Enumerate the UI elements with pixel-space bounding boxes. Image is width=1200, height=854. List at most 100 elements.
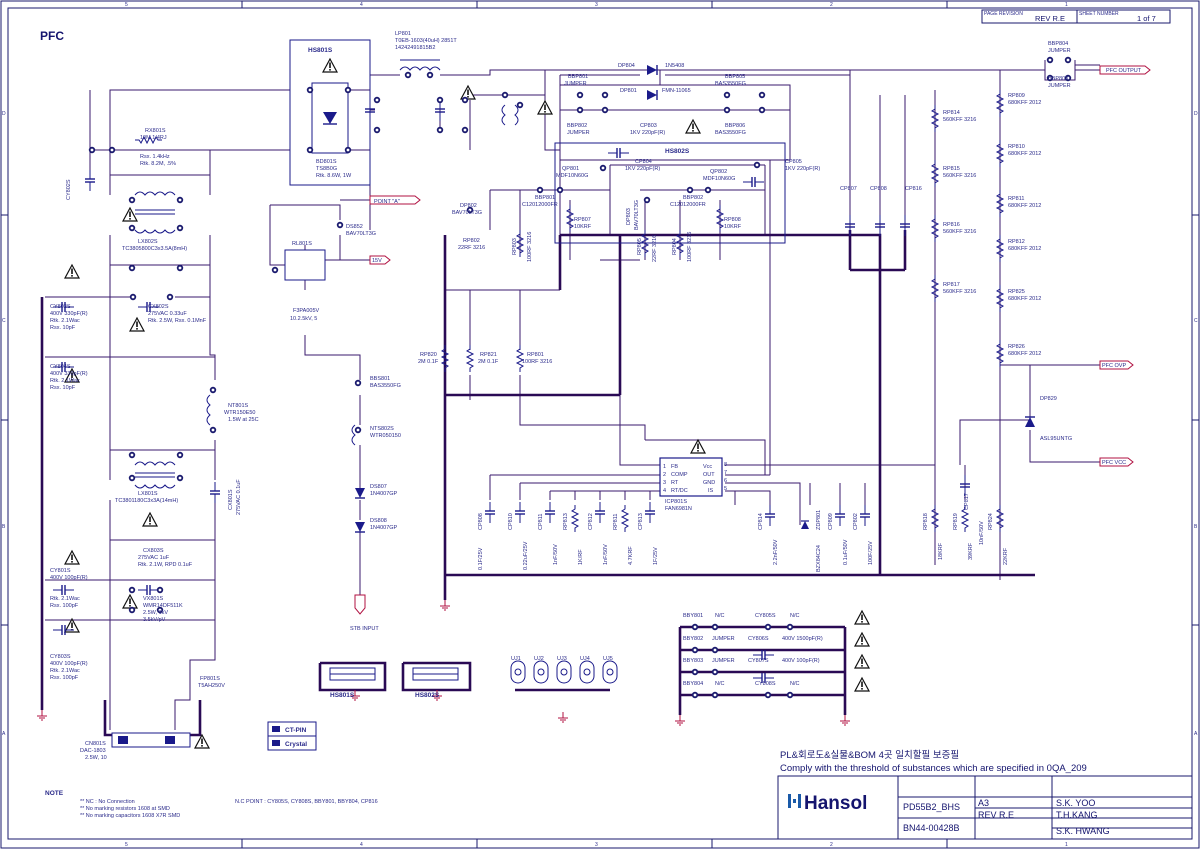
rp812-value: 680KFF 2012 [1008,246,1041,252]
rp821-label: RP821 [480,352,497,358]
rp807-value: 10KRF [574,224,592,230]
bby-ref: BBY802 [683,636,703,642]
cx802s-value: 275VAC 0.33uF [148,311,187,317]
rp820-value: 2M 0.1F [418,359,439,365]
rp812-label: RP812 [1008,239,1025,245]
ic-pin-rtdc: RT/DC [671,488,688,494]
bby-cyval: 400V 1500pF(R) [782,636,823,642]
row-marker: D [1194,111,1198,117]
ds807-label: DS807 [370,484,387,490]
cy804s-value: 400V 330pF(R) [50,371,88,377]
nts802s-value: WTR050150 [370,433,401,439]
page-revision-value: REV R.E [1035,14,1065,23]
ds807-value: 1N4007GP [370,491,398,497]
bottom-cap-value: 22KRF [1003,547,1009,565]
bottom-cap-label: CP817 [964,493,970,510]
rp804-value: 100RF 3216 [687,232,693,262]
dp804-label: DP804 [618,63,635,69]
crystal-label: Crystal [285,741,307,748]
uj-connectors [510,660,618,684]
rx801s-note1: Rsx. 1.4kHz [140,154,170,160]
bottom-cap-value: 4.7KRF [628,546,634,565]
rp816-label: RP816 [943,222,960,228]
bby-val: JUMPER [712,636,735,642]
bd801s-label: BD801S [316,159,337,165]
bottom-cap-label: CP810 [508,513,514,530]
rl801s-label: RL801S [292,241,312,247]
v15-tag: 15V [372,258,382,264]
row-marker: D [2,111,6,117]
cy802s-note1: Rtk. 2.1Wac [50,318,80,324]
cp808-label: CP808 [870,186,887,192]
cy804s-note1: Rtk. 2.1Wac [50,378,80,384]
bottom-cap-label: ZDP801 [816,510,822,530]
cp804-value: 1KV 220pF(R) [625,166,660,172]
cp804-label: CP804 [635,159,652,165]
rp809-label: RP809 [1008,93,1025,99]
col-marker: 4 [360,2,363,8]
bbp806-value: BAS3550FG [715,130,746,136]
bottom-cap-label: CP814 [758,513,764,530]
nt801s-note: 1.5W at 25C [228,417,259,423]
bottom-cap-label: RP824 [988,513,994,530]
cn801s-value: DAC-1803 [80,748,106,754]
col-marker: 5 [125,2,128,8]
cy804s-note2: Rsx. 10pF [50,385,76,391]
vx801s-value: WMR14DF511K [143,603,183,609]
row-marker: B [2,524,6,530]
bottom-cap-value: 10nF/50V [979,521,985,545]
bottom-cap-label: CP811 [538,514,544,530]
nt801s-label: NT801S [228,403,249,409]
pin-legend: CT-PIN Crystal [267,721,317,751]
rp817-label: RP817 [943,282,960,288]
rp805-value: 22RF 3216 [652,235,658,262]
rp814-value: 560KFF 3216 [943,117,976,123]
revision: REV R.E [978,810,1014,820]
bottom-cap-value: 100F/25V [868,541,874,565]
nt801s-value: WTR150E50 [224,410,256,416]
col-marker: 5 [125,842,128,848]
bbp801b-part: C12012000FR [522,202,558,208]
cp816-label: CP816 [905,186,922,192]
bby-ref: BBY801 [683,613,703,619]
ic-pin-num: 8 [724,462,727,468]
rp808-value: 10KRF [724,224,742,230]
approver-name: S.K. HWANG [1056,826,1110,836]
vx801s-note1: 2.5W, 1kV [143,610,168,616]
dp801-label: DP801 [620,88,637,94]
pfc-vcc-tag: PFC VCC [1102,460,1126,466]
capacitors [52,99,971,684]
sheet-number-value: 1 of 7 [1137,14,1156,23]
ic-pin-num: 7 [724,470,727,476]
bbp802-value: JUMPER [567,130,590,136]
hs801s-label: HS801S [308,47,333,54]
dp804-part: 1N5408 [665,63,684,69]
bbp802-label: BBP802 [567,123,587,129]
bby-ref: BBY804 [683,681,703,687]
qp802-label: QP802 [710,169,727,175]
bottom-cap-value: 1nF/50V [603,544,609,565]
ic-pin-fb: FB [671,464,678,470]
brand-name: Hansol [804,793,867,814]
rp808-label: RP808 [724,217,741,223]
rp811-value: 680KFF 2012 [1008,203,1041,209]
ds852-value: BAV70LT3G [346,231,376,237]
rp815-label: RP815 [943,166,960,172]
bby-cy: CY808S [755,681,776,687]
bottom-cap-value: BZX84C24 [816,545,822,572]
cp803-label: CP803 [640,123,657,129]
rp815-value: 560KFF 3216 [943,173,976,179]
bbp801b-label: BBP801 [535,195,555,201]
lx802s-label: LX802S [138,239,158,245]
nts802s-label: NTS802S [370,426,394,432]
rp817-value: 560KFF 3216 [943,289,976,295]
cx803s-note: Rtk. 2.1W, RPD 0.1uF [138,562,193,568]
lx801s-label: LX801S [138,491,158,497]
ic-pin-num: 3 [663,480,666,486]
bbp801-value: JUMPER [564,81,587,87]
rp807-label: RP807 [574,217,591,223]
lx802s-value: TC3805800C3x3.5A(8mH) [122,246,187,252]
cy804s-label: CY804S [50,364,71,370]
ds808-value: 1N4007GP [370,525,398,531]
cp807-label: CP807 [840,186,857,192]
